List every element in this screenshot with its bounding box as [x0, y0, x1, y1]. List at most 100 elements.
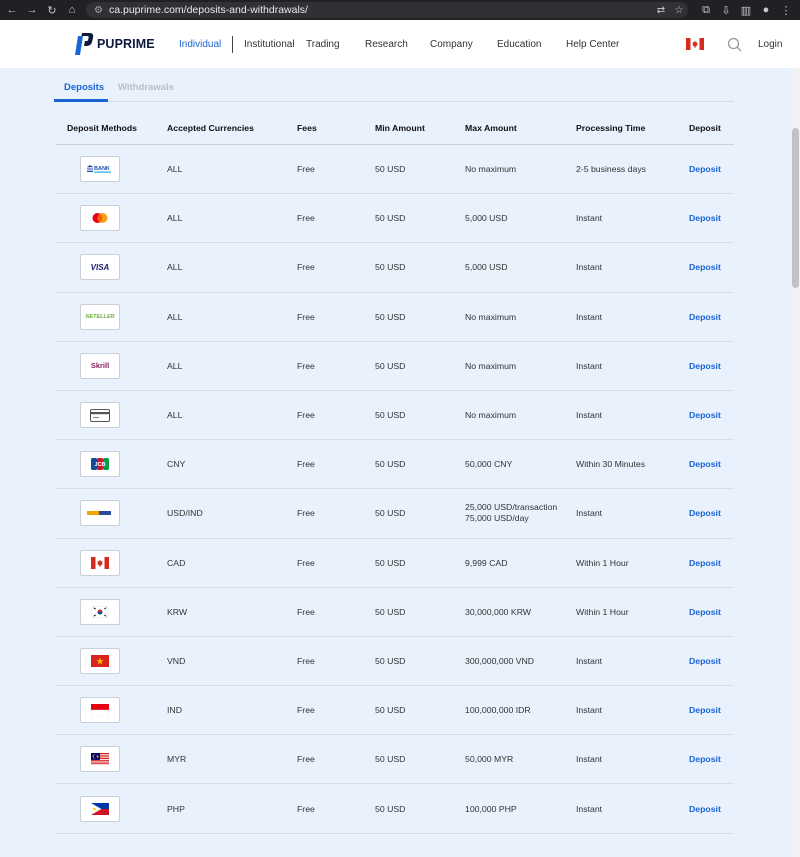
nav-education[interactable]: Education [497, 39, 541, 50]
canada-flag-icon [91, 556, 109, 569]
processing-time-cell: Instant [576, 508, 603, 519]
puprime-logo-icon [75, 33, 94, 55]
max-amount-cell: 100,000,000 IDR [465, 705, 531, 716]
method-logo [80, 402, 120, 429]
processing-time-cell: Instant [576, 754, 603, 765]
login-link[interactable]: Login [758, 39, 782, 50]
credit-card-icon [90, 408, 110, 422]
processing-time-cell: 2-5 business days [576, 164, 647, 175]
min-amount-cell: 50 USD [375, 311, 406, 322]
tab-withdrawals[interactable]: Withdrawals [118, 82, 174, 93]
site-info-icon[interactable]: ⚙ [94, 5, 103, 16]
header-max: Max Amount [465, 123, 517, 133]
menu-icon[interactable]: ⋮ [776, 0, 796, 20]
table-row: VISA ALL Free 50 USD 5,000 USD Instant Deposit [56, 243, 734, 293]
processing-time-cell: Within 30 Minutes [576, 459, 646, 470]
method-logo [80, 746, 120, 773]
method-logo [80, 697, 120, 724]
profile-icon[interactable]: ● [756, 0, 776, 20]
back-icon[interactable]: ← [2, 0, 22, 20]
deposit-link[interactable]: Deposit [689, 508, 721, 518]
visa-logo-text: VISA [90, 262, 110, 272]
nav-company[interactable]: Company [430, 39, 473, 50]
min-amount-cell: 50 USD [375, 655, 406, 666]
scrollbar-thumb[interactable] [792, 128, 799, 288]
nav-help-center[interactable]: Help Center [566, 39, 619, 50]
processing-time-cell: Instant [576, 311, 603, 322]
deposit-link[interactable]: Deposit [689, 164, 721, 174]
scrollbar[interactable] [791, 68, 800, 857]
table-row: Skrill ALL Free 50 USD No maximum Instant Depo… [56, 342, 734, 391]
table-row: BANK ALL Free 50 USD No maximum 2-5 business … [56, 145, 734, 195]
table-row: PHP Free 50 USD 100,000 PHP Instant Deposit [56, 784, 734, 834]
extensions-icon[interactable]: ⧉ [696, 0, 716, 20]
processing-time-cell: Instant [576, 803, 603, 814]
tab-deposits[interactable]: Deposits [64, 82, 104, 93]
processing-time-cell: Instant [576, 410, 603, 421]
min-amount-cell: 50 USD [375, 360, 406, 371]
nav-trading[interactable]: Trading [306, 39, 340, 50]
deposit-link[interactable]: Deposit [689, 558, 721, 568]
canada-flag-icon[interactable] [686, 38, 704, 50]
deposit-link[interactable]: Deposit [689, 607, 721, 617]
fees-cell: Free [297, 803, 315, 814]
processing-time-cell: Within 1 Hour [576, 606, 629, 617]
deposit-link[interactable]: Deposit [689, 410, 721, 420]
url-text[interactable]: ca.puprime.com/deposits-and-withdrawals/ [109, 4, 652, 16]
min-amount-cell: 50 USD [375, 213, 406, 224]
nav-institutional[interactable]: Institutional [244, 39, 295, 50]
bookmark-star-icon[interactable]: ☆ [670, 5, 688, 16]
processing-time-cell: Instant [576, 655, 603, 666]
south-korea-flag-icon [91, 605, 109, 618]
currency-cell: KRW [167, 606, 188, 617]
currency-cell: VND [167, 655, 186, 666]
side-panel-icon[interactable]: ▥ [736, 0, 756, 20]
download-icon[interactable]: ⇩ [716, 0, 736, 20]
deposit-link[interactable]: Deposit [689, 361, 721, 371]
deposit-link[interactable]: Deposit [689, 213, 721, 223]
nav-research[interactable]: Research [365, 39, 408, 50]
method-logo: NETELLER [80, 303, 120, 330]
table-row: NETELLER ALL Free 50 USD No maximum Instant De… [56, 293, 734, 342]
address-bar[interactable]: ⚙ ca.puprime.com/deposits-and-withdrawal… [86, 2, 688, 18]
deposit-link[interactable]: Deposit [689, 262, 721, 272]
method-logo: Skrill [80, 352, 120, 379]
max-amount-cell: 300,000,000 VND [465, 655, 535, 666]
header-fees: Fees [297, 123, 317, 133]
method-logo [80, 598, 120, 625]
deposit-link[interactable]: Deposit [689, 804, 721, 814]
payment-provider-icon [87, 509, 113, 517]
processing-time-cell: Within 1 Hour [576, 557, 629, 568]
home-icon[interactable]: ⌂ [62, 0, 82, 20]
forward-icon[interactable]: → [22, 0, 42, 20]
processing-time-cell: Instant [576, 705, 603, 716]
nav-individual[interactable]: Individual [179, 39, 221, 50]
table-row: ALL Free 50 USD 5,000 USD Instant Deposit [56, 194, 734, 244]
max-amount-line: 25,000 USD/transaction [465, 502, 558, 513]
max-amount-cell: 100,000 PHP [465, 803, 517, 814]
max-amount-line: 75,000 USD/day [465, 513, 529, 524]
currency-cell: ALL [167, 410, 183, 421]
table-row: USD/IND Free 50 USD 25,000 USD/transaction 7… [56, 489, 734, 539]
currency-cell: ALL [167, 360, 183, 371]
brand-logo[interactable]: PUPRIME [72, 32, 155, 56]
processing-time-cell: Instant [576, 213, 603, 224]
header-processing: Processing Time [576, 123, 646, 133]
deposit-link[interactable]: Deposit [689, 459, 721, 469]
min-amount-cell: 50 USD [375, 754, 406, 765]
translate-icon[interactable]: ⇄ [652, 5, 670, 16]
visa-icon: VISA [91, 263, 110, 272]
browser-toolbar: ← → ↻ ⌂ ⚙ ca.puprime.com/deposits-and-wi… [0, 0, 800, 20]
processing-time-cell: Instant [576, 262, 603, 273]
min-amount-cell: 50 USD [375, 705, 406, 716]
search-icon[interactable] [727, 37, 742, 52]
deposit-link[interactable]: Deposit [689, 656, 721, 666]
currency-cell: ALL [167, 213, 183, 224]
currency-cell: CNY [167, 459, 186, 470]
deposit-link[interactable]: Deposit [689, 754, 721, 764]
deposit-link[interactable]: Deposit [689, 705, 721, 715]
method-logo: VISA [80, 254, 120, 281]
reload-icon[interactable]: ↻ [42, 0, 62, 20]
deposit-link[interactable]: Deposit [689, 312, 721, 322]
fees-cell: Free [297, 410, 315, 421]
